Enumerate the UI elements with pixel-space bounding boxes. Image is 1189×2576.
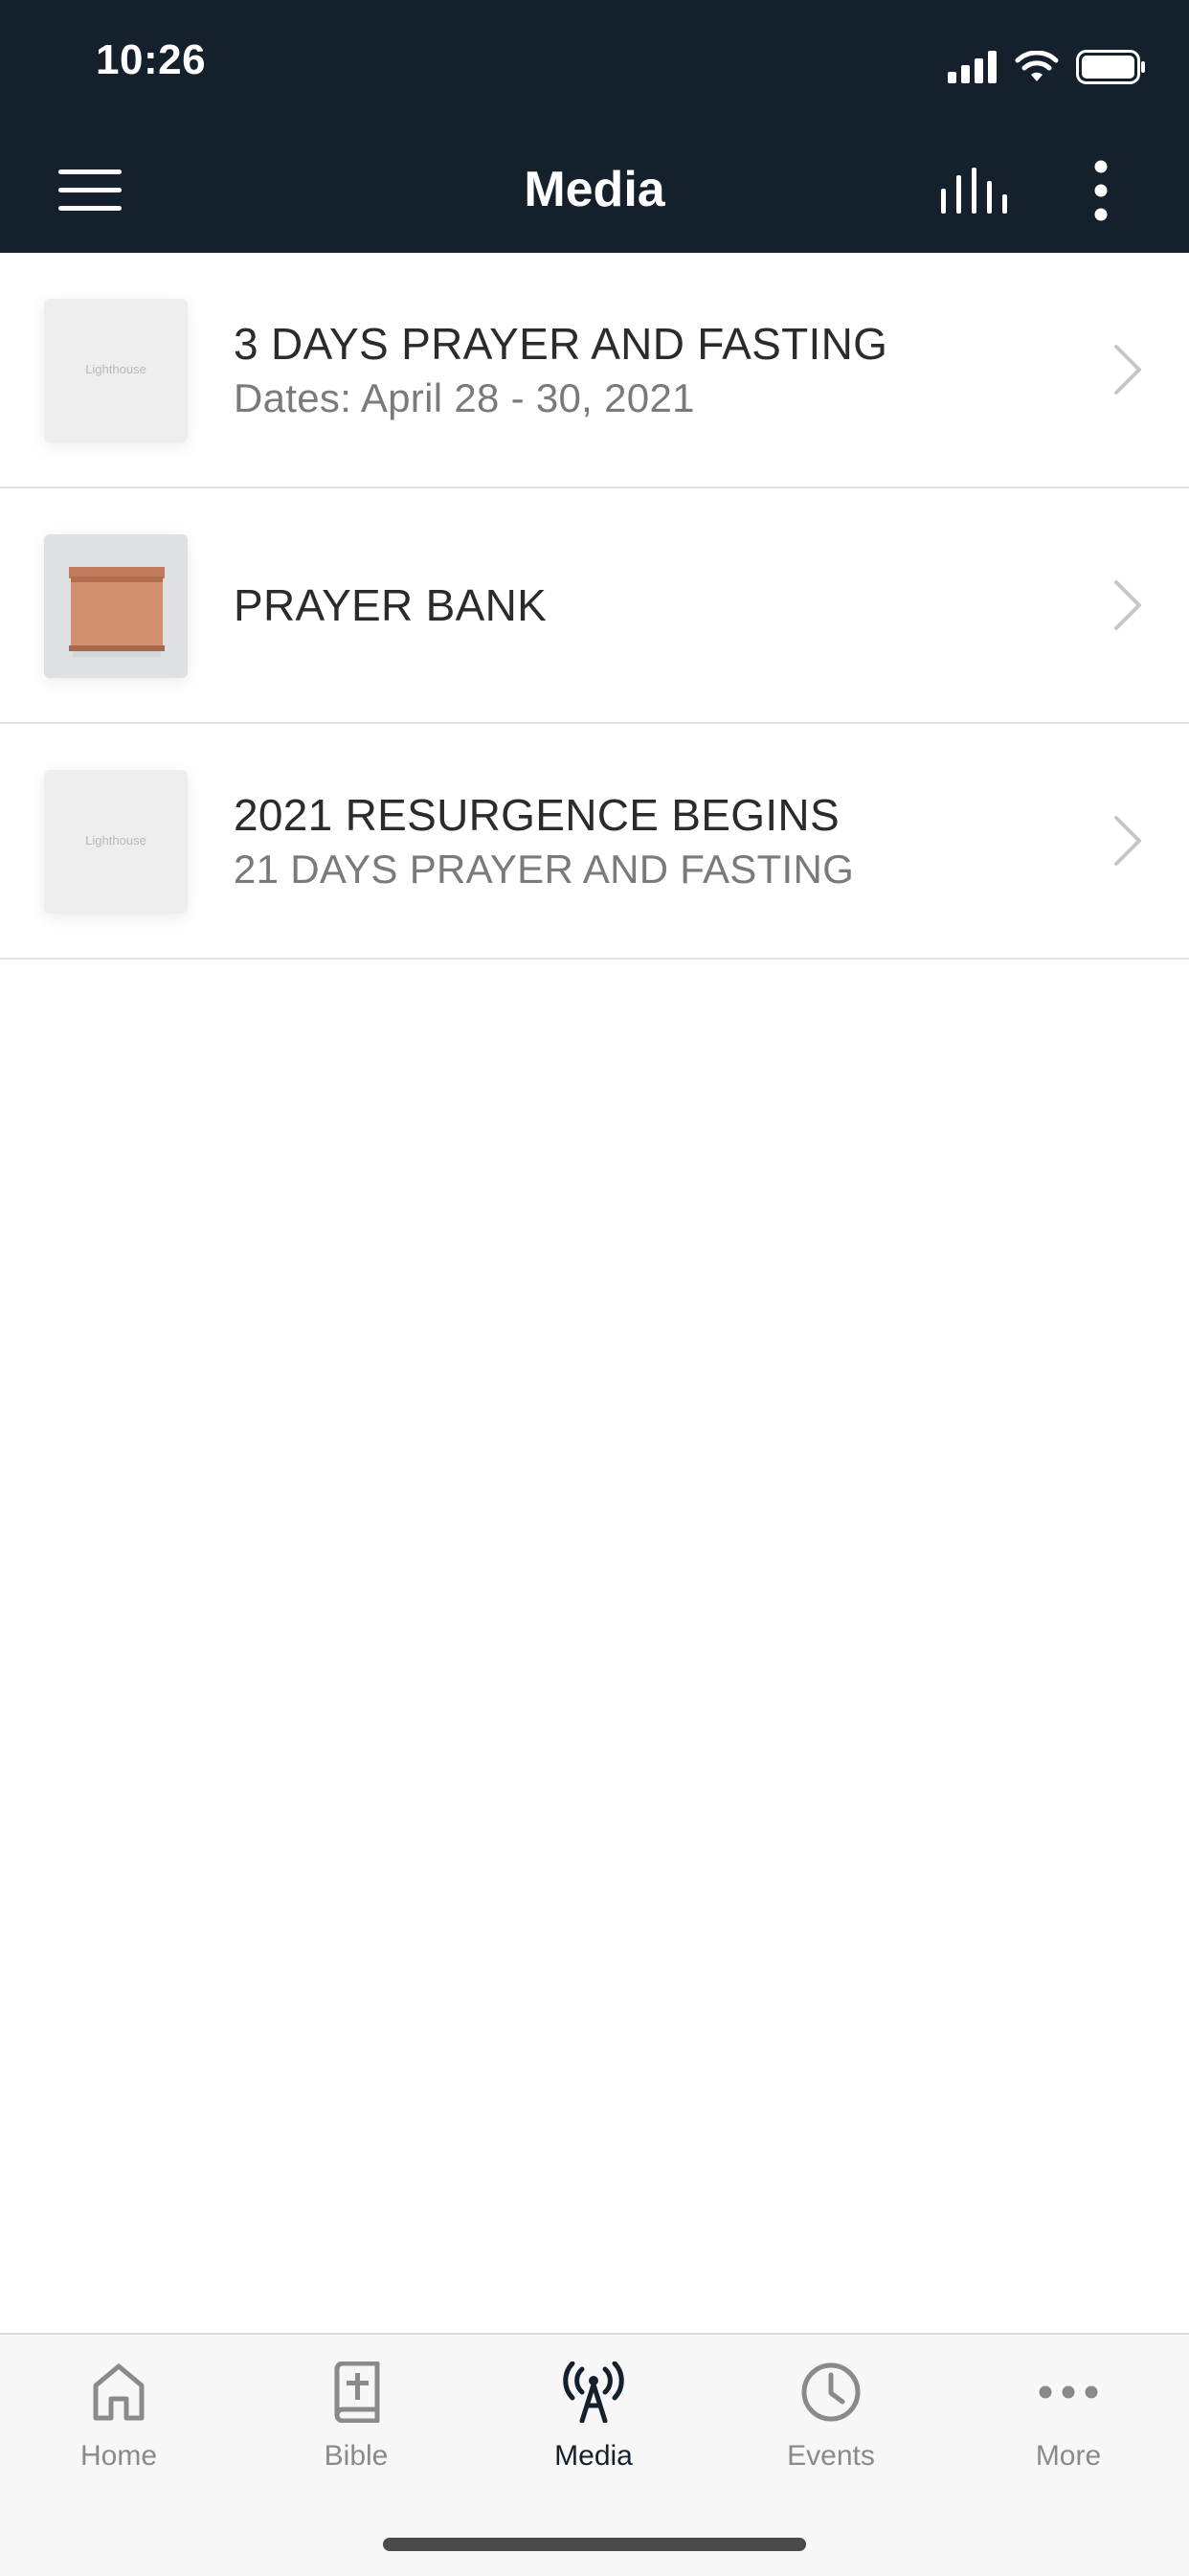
cellular-signal-icon xyxy=(948,51,997,83)
tab-label: Media xyxy=(554,2440,633,2472)
battery-icon xyxy=(1076,50,1145,84)
tab-label: Events xyxy=(787,2440,875,2472)
status-time: 10:26 xyxy=(96,36,207,83)
media-thumbnail: Lighthouse xyxy=(44,770,188,914)
broadcast-icon xyxy=(563,2361,624,2423)
chevron-right-icon xyxy=(1114,580,1141,630)
media-item-subtitle: Dates: April 28 - 30, 2021 xyxy=(234,375,695,420)
media-thumbnail-prayer-box xyxy=(44,534,188,678)
wifi-icon xyxy=(1015,51,1059,81)
wooden-box-image xyxy=(44,534,188,678)
tab-label: Bible xyxy=(324,2440,389,2472)
media-item[interactable]: PRAYER BANK xyxy=(0,488,1189,724)
media-item[interactable]: Lighthouse 2021 RESURGENCE BEGINS 21 DAY… xyxy=(0,724,1189,960)
media-item-subtitle: 21 DAYS PRAYER AND FASTING xyxy=(234,847,855,892)
media-thumbnail: Lighthouse xyxy=(44,299,188,442)
more-options-button[interactable] xyxy=(1072,153,1130,228)
tab-more[interactable]: More xyxy=(973,2354,1164,2497)
status-icons xyxy=(948,48,1147,86)
tab-media[interactable]: Media xyxy=(498,2354,689,2497)
media-list: Lighthouse 3 DAYS PRAYER AND FASTING Dat… xyxy=(0,253,1189,960)
chevron-right-icon xyxy=(1114,816,1141,866)
thumbnail-logo: Lighthouse xyxy=(85,362,146,376)
tab-events[interactable]: Events xyxy=(735,2354,927,2497)
chevron-right-icon xyxy=(1114,345,1141,395)
home-indicator[interactable] xyxy=(383,2538,806,2551)
media-item-title: 2021 RESURGENCE BEGINS xyxy=(234,790,840,840)
tab-label: Home xyxy=(79,2440,158,2472)
horizontal-ellipsis-icon xyxy=(1039,2385,1098,2399)
audio-player-button[interactable] xyxy=(927,153,1022,228)
bible-icon xyxy=(334,2361,380,2423)
tab-label: More xyxy=(1035,2440,1102,2472)
equalizer-bars-icon xyxy=(941,168,1007,214)
home-icon xyxy=(93,2363,145,2421)
thumbnail-logo: Lighthouse xyxy=(85,833,146,847)
top-bar: 10:26 Media xyxy=(0,0,1189,253)
media-item[interactable]: Lighthouse 3 DAYS PRAYER AND FASTING Dat… xyxy=(0,253,1189,488)
media-item-title: PRAYER BANK xyxy=(234,580,548,630)
media-item-title: 3 DAYS PRAYER AND FASTING xyxy=(234,319,888,369)
tab-home[interactable]: Home xyxy=(23,2354,214,2497)
tab-bible[interactable]: Bible xyxy=(260,2354,452,2497)
vertical-ellipsis-icon xyxy=(1094,160,1108,221)
clock-icon xyxy=(801,2362,861,2422)
